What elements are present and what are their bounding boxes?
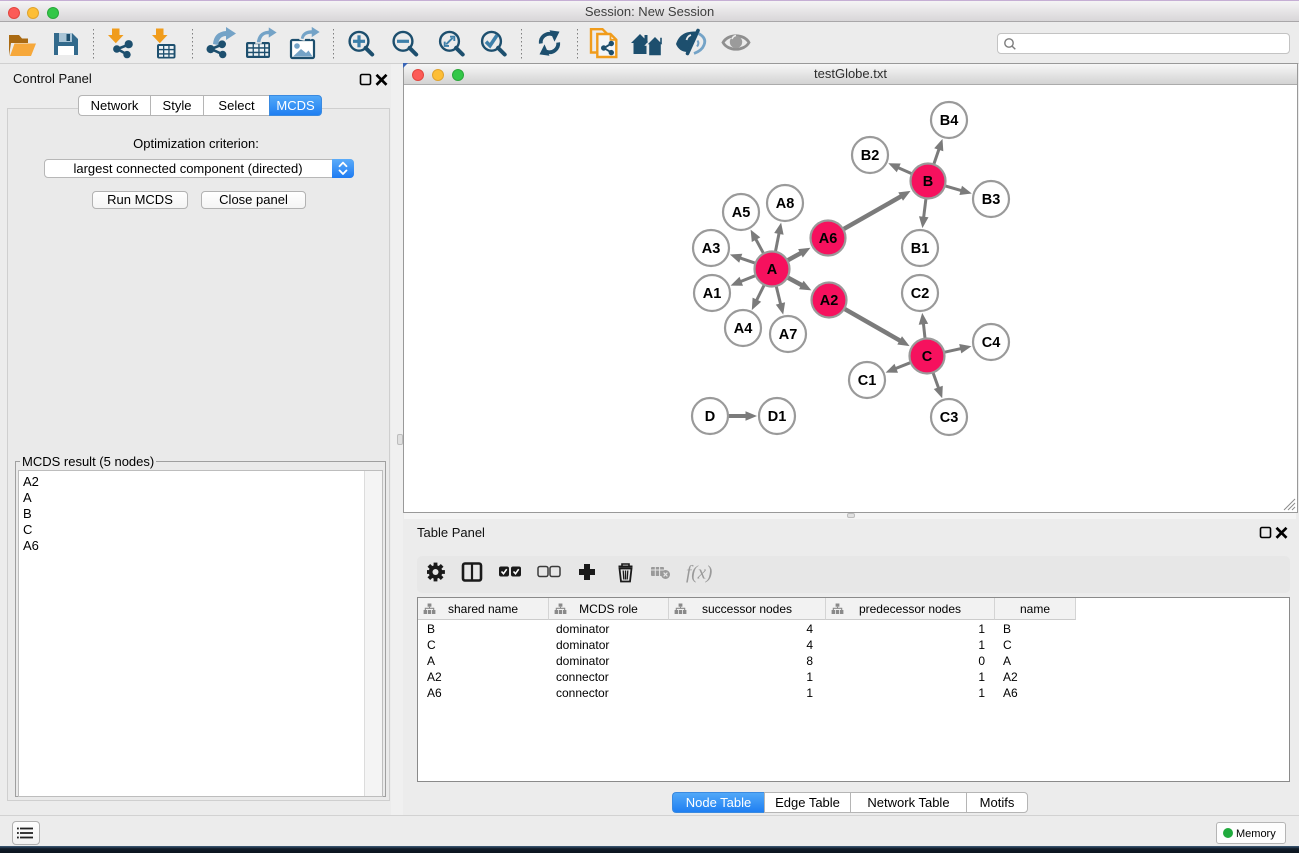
svg-text:B3: B3: [982, 192, 1001, 208]
svg-text:A6: A6: [819, 231, 838, 247]
svg-text:A8: A8: [776, 196, 795, 212]
svg-text:A5: A5: [732, 205, 751, 221]
svg-text:D1: D1: [768, 409, 787, 425]
svg-text:B: B: [923, 174, 933, 190]
svg-text:C4: C4: [982, 335, 1001, 351]
svg-text:A7: A7: [779, 327, 798, 343]
svg-text:A1: A1: [703, 286, 722, 302]
svg-text:A4: A4: [734, 321, 753, 337]
svg-text:B4: B4: [940, 113, 959, 129]
svg-text:C1: C1: [858, 373, 877, 389]
svg-text:B2: B2: [861, 148, 880, 164]
svg-text:B1: B1: [911, 241, 930, 257]
svg-text:C3: C3: [940, 410, 959, 426]
svg-text:C2: C2: [911, 286, 930, 302]
svg-text:A3: A3: [702, 241, 721, 257]
svg-text:A: A: [767, 262, 778, 278]
svg-text:A2: A2: [820, 293, 839, 309]
svg-text:f(x): f(x): [686, 563, 712, 584]
svg-text:C: C: [922, 349, 933, 365]
svg-text:D: D: [705, 409, 715, 425]
